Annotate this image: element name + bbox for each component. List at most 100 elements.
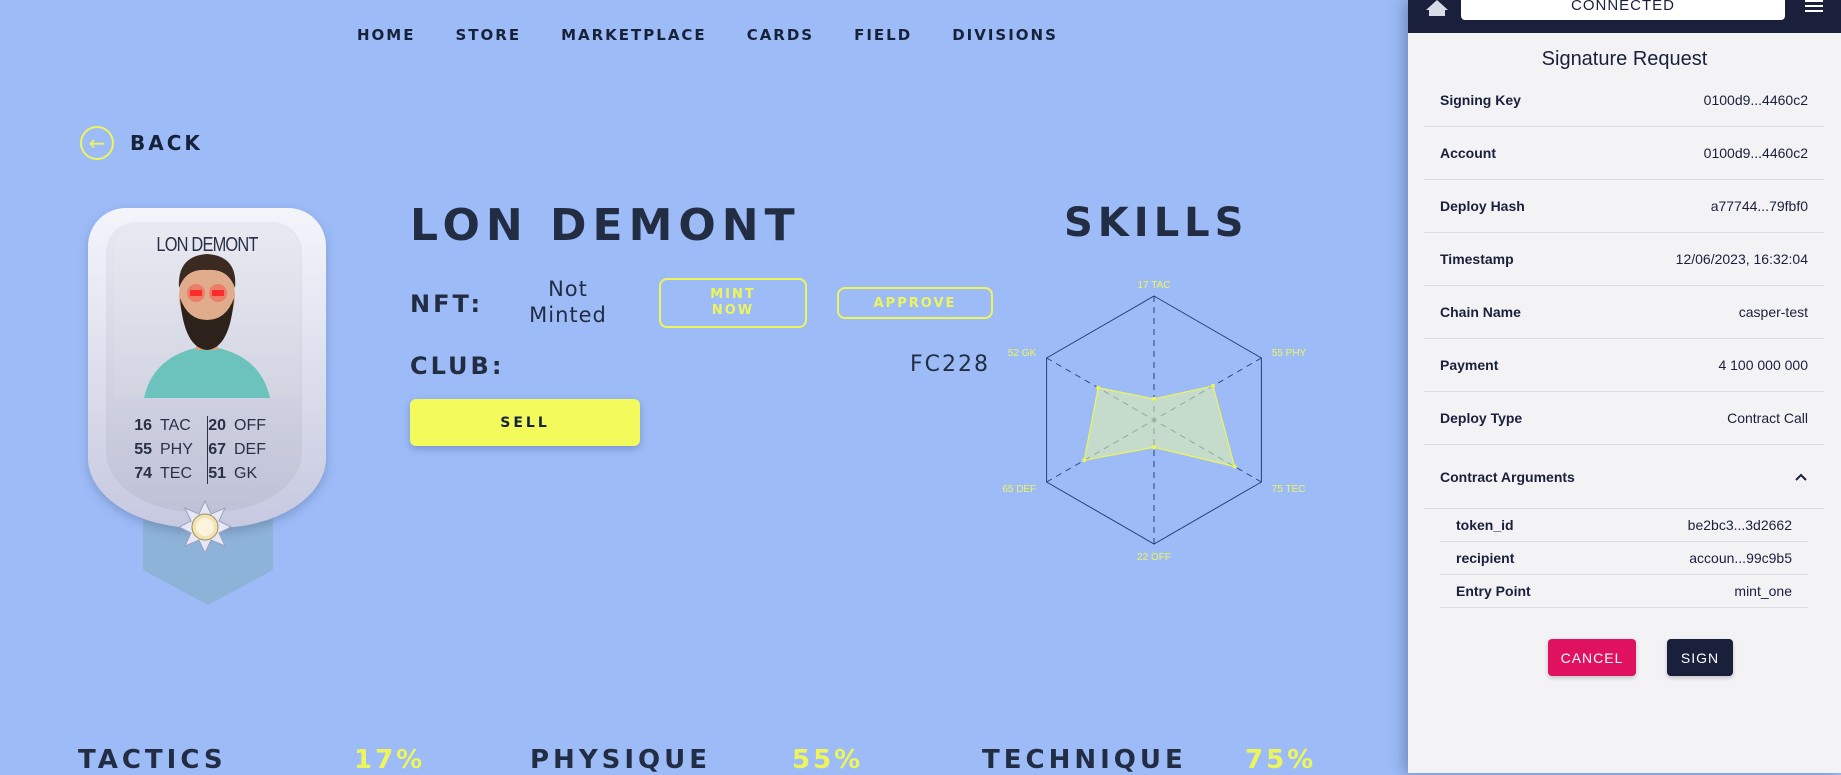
argument-row-token-id: token_id be2bc3...3d2662 [1440, 509, 1808, 542]
nav-divisions[interactable]: DIVISIONS [952, 26, 1058, 44]
argument-key: token_id [1456, 517, 1514, 533]
argument-row-entry-point: Entry Point mint_one [1440, 575, 1808, 608]
detail-key: Account [1440, 145, 1496, 161]
detail-row-signing-key: Signing Key 0100d9...4460c2 [1424, 74, 1824, 127]
arrow-left-icon: ← [80, 126, 114, 160]
detail-key: Deploy Type [1440, 410, 1523, 426]
detail-key: Payment [1440, 357, 1499, 373]
radar-axis-label: 65 DEF [1002, 484, 1036, 495]
radar-point [1152, 445, 1156, 450]
stat-divider [207, 416, 208, 484]
medal-icon [178, 500, 232, 554]
radar-axis-label: 55 PHY [1272, 348, 1307, 359]
radar-axis-label: 22 OFF [1137, 552, 1171, 563]
argument-row-recipient: recipient accoun...99c9b5 [1440, 542, 1808, 575]
nav-store[interactable]: STORE [455, 26, 521, 44]
physique-label: PHYSIQUE [530, 745, 712, 775]
radar-point [1082, 458, 1087, 463]
wallet-signature-panel: CONNECTED Signature Request Signing Key 0… [1408, 0, 1841, 773]
chevron-up-icon [1795, 473, 1807, 481]
sign-button[interactable]: SIGN [1667, 639, 1733, 676]
detail-row-deploy-hash: Deploy Hash a77744...79fbf0 [1424, 180, 1824, 233]
club-label: CLUB: [410, 352, 505, 380]
detail-value: casper-test [1738, 304, 1808, 320]
nft-status-line2: Minted [529, 303, 607, 327]
radar-axis-label: 17 TAC [1138, 280, 1171, 291]
detail-row-payment: Payment 4 100 000 000 [1424, 339, 1824, 392]
radar-point [1232, 464, 1237, 469]
argument-value: accoun...99c9b5 [1689, 550, 1792, 566]
stat-value: 16 [134, 417, 152, 434]
detail-key: Signing Key [1440, 92, 1521, 108]
sell-button[interactable]: SELL [410, 399, 640, 446]
approve-button[interactable]: APPROVE [837, 287, 993, 319]
contract-arguments-title: Contract Arguments [1440, 468, 1575, 485]
cancel-button[interactable]: CANCEL [1548, 639, 1636, 676]
contract-arguments-toggle[interactable]: Contract Arguments [1424, 445, 1824, 509]
main-nav: HOME STORE MARKETPLACE CARDS FIELD DIVIS… [357, 26, 1098, 44]
stat-key: PHY [160, 441, 193, 458]
wallet-header: CONNECTED [1408, 0, 1841, 33]
argument-value: be2bc3...3d2662 [1687, 517, 1792, 533]
detail-value: 12/06/2023, 16:32:04 [1675, 251, 1808, 267]
signature-request-title: Signature Request [1541, 48, 1708, 70]
stat-key: TEC [160, 465, 192, 482]
radar-point [1152, 396, 1156, 401]
technique-percent: 75% [1245, 745, 1317, 775]
club-value: FC228 [910, 352, 991, 377]
back-label: BACK [130, 131, 203, 155]
technique-label: TECHNIQUE [982, 745, 1187, 775]
menu-icon[interactable] [1804, 0, 1824, 14]
radar-axis-label: 52 GK [1008, 348, 1037, 359]
stat-row: 55 PHY 67 DEF [130, 438, 296, 462]
radar-axis-label: 75 TEC [1272, 484, 1306, 495]
deploy-details: Signing Key 0100d9...4460c2 Account 0100d9… [1424, 74, 1824, 608]
detail-row-deploy-type: Deploy Type Contract Call [1424, 392, 1824, 445]
player-name-heading: LON DEMONT [410, 200, 801, 251]
stat-key: TAC [160, 417, 191, 434]
detail-row-account: Account 0100d9...4460c2 [1424, 127, 1824, 180]
detail-value: 0100d9...4460c2 [1703, 145, 1808, 161]
connection-status: CONNECTED [1461, 0, 1785, 20]
argument-value: mint_one [1734, 583, 1792, 599]
nft-label: NFT: [410, 290, 484, 318]
detail-value: a77744...79fbf0 [1710, 198, 1808, 214]
home-icon[interactable] [1426, 0, 1448, 20]
stat-value: 55 [134, 441, 152, 458]
physique-percent: 55% [792, 745, 864, 775]
stat-row: 16 TAC 20 OFF [130, 414, 296, 438]
tactics-percent: 17% [354, 745, 426, 775]
player-avatar-icon [144, 254, 270, 398]
mint-label-line2: NOW [711, 303, 755, 318]
detail-row-chain-name: Chain Name casper-test [1424, 286, 1824, 339]
stat-key: OFF [234, 417, 266, 434]
nav-home[interactable]: HOME [357, 26, 415, 44]
detail-key: Chain Name [1440, 304, 1521, 320]
detail-row-timestamp: Timestamp 12/06/2023, 16:32:04 [1424, 233, 1824, 286]
back-button[interactable]: ← BACK [80, 126, 203, 160]
skills-radar-chart: 17 TAC 55 PHY 75 TEC 22 OFF 65 DEF 52 GK [1002, 280, 1307, 563]
nav-marketplace[interactable]: MARKETPLACE [561, 26, 707, 44]
detail-value: 0100d9...4460c2 [1703, 92, 1808, 108]
card-stats: 16 TAC 20 OFF 55 PHY 67 DEF 74 TEC 51 GK [130, 414, 296, 486]
radar-data-area [1083, 385, 1236, 468]
stat-row: 74 TEC 51 GK [130, 462, 296, 486]
radar-point [1211, 383, 1216, 388]
skills-heading: SKILLS [1064, 200, 1249, 246]
stat-value: 74 [134, 465, 152, 482]
player-portrait: LON DEMONT [114, 228, 300, 398]
nav-cards[interactable]: CARDS [747, 26, 814, 44]
nft-status: Not Minted [526, 276, 610, 328]
nav-field[interactable]: FIELD [854, 26, 912, 44]
argument-key: Entry Point [1456, 583, 1531, 599]
detail-key: Deploy Hash [1440, 198, 1525, 214]
detail-value: Contract Call [1727, 410, 1808, 426]
mint-now-button[interactable]: MINT NOW [659, 278, 807, 328]
radar-point [1096, 385, 1101, 390]
tactics-label: TACTICS [78, 745, 227, 775]
detail-key: Timestamp [1440, 251, 1514, 267]
argument-key: recipient [1456, 550, 1515, 566]
stat-key: GK [234, 465, 258, 482]
stat-key: DEF [234, 441, 266, 458]
mint-label-line1: MINT [710, 287, 756, 302]
